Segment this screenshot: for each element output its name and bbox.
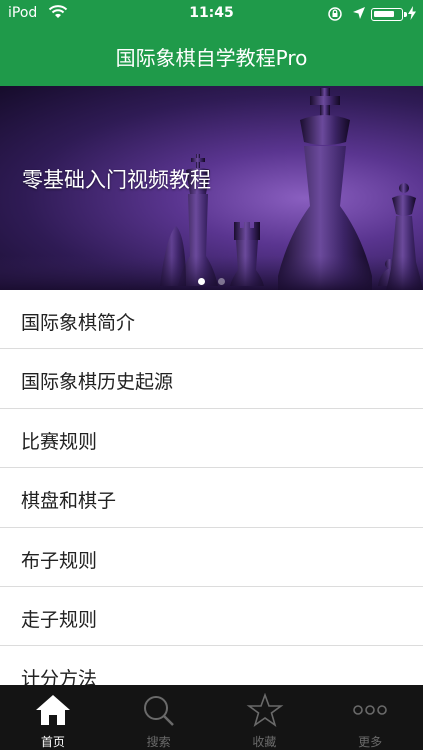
banner-caption: 零基础入门视频教程	[22, 168, 211, 192]
list-item[interactable]: 国际象棋历史起源	[0, 349, 423, 409]
banner-carousel[interactable]: 零基础入门视频教程	[0, 86, 423, 290]
list-item-label: 国际象棋简介	[21, 312, 136, 334]
navigation-bar: 国际象棋自学教程Pro	[0, 28, 423, 86]
battery-fill	[374, 11, 394, 17]
list-item[interactable]: 布子规则	[0, 527, 423, 587]
list-item-label: 棋盘和棋子	[21, 490, 117, 513]
tab-home-label: 首页	[40, 735, 65, 749]
charging-icon	[408, 6, 416, 20]
tab-favorites-label: 收藏	[252, 735, 277, 749]
tab-favorites[interactable]: 收藏	[212, 685, 318, 750]
tab-home[interactable]: 首页	[0, 685, 106, 750]
home-icon	[36, 695, 70, 725]
page-dot[interactable]	[218, 278, 226, 285]
battery-icon	[371, 8, 407, 21]
page-dot-active[interactable]	[197, 278, 205, 285]
list-item[interactable]: 走子规则	[0, 586, 423, 647]
page-indicator[interactable]	[0, 270, 423, 285]
tab-more-label: 更多	[358, 735, 383, 749]
list-item-label: 走子规则	[21, 608, 98, 631]
location-icon	[353, 7, 365, 19]
tab-search-label: 搜索	[146, 735, 171, 749]
search-icon	[143, 696, 174, 726]
page-title: 国际象棋自学教程Pro	[115, 46, 308, 70]
list-item[interactable]: 国际象棋简介	[0, 290, 423, 350]
list-item-label: 布子规则	[21, 549, 98, 572]
list-item-label: 比赛规则	[21, 430, 98, 453]
rotation-lock-icon	[328, 7, 342, 21]
tab-bar: 首页 搜索 收藏 更多	[0, 685, 423, 750]
menu-list: 国际象棋简介 国际象棋历史起源 比赛规则 棋盘和棋子 布子规则 走子规则 计分方…	[0, 290, 423, 706]
list-item[interactable]: 比赛规则	[0, 408, 423, 469]
list-item[interactable]: 棋盘和棋子	[0, 468, 423, 528]
tab-more[interactable]: 更多	[317, 685, 423, 750]
tab-search[interactable]: 搜索	[106, 685, 212, 750]
more-icon	[353, 705, 388, 715]
list-item-label: 国际象棋历史起源	[21, 371, 174, 394]
status-bar: iPod 11:45	[0, 0, 423, 28]
star-icon	[246, 693, 283, 727]
